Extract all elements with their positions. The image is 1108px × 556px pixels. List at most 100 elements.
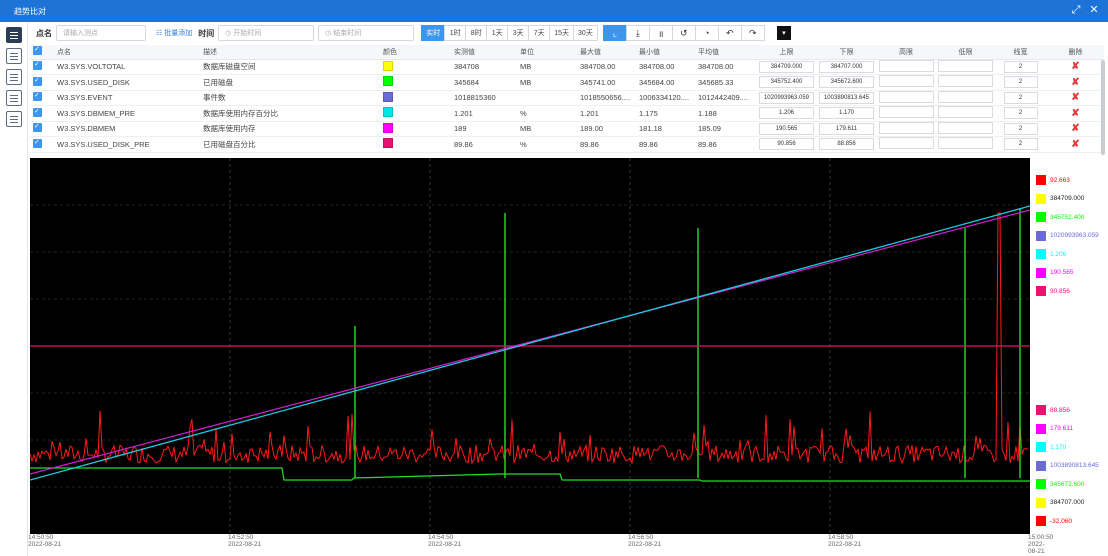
low-input[interactable] [938, 90, 993, 103]
trend-chart[interactable] [29, 158, 1031, 534]
point-desc: 数据库使用内存百分比 [200, 105, 380, 122]
select-all-checkbox[interactable] [33, 45, 42, 56]
line-width-input[interactable]: 2 [1003, 122, 1038, 135]
delete-icon[interactable]: ✘ [1071, 92, 1079, 103]
range-realtime-button[interactable]: 实时 [421, 25, 446, 41]
color-swatch[interactable] [383, 107, 393, 118]
lower-input[interactable]: 1.170 [819, 107, 874, 120]
delete-icon[interactable]: ✘ [1071, 61, 1079, 72]
dropdown-icon[interactable]: ▾ [776, 26, 791, 40]
low-input[interactable] [938, 121, 993, 134]
range-30d-button[interactable]: 30天 [573, 25, 598, 41]
unit [517, 90, 577, 106]
low-input[interactable] [938, 59, 993, 72]
color-swatch[interactable] [383, 60, 393, 71]
high-input[interactable] [878, 75, 934, 88]
history-icon[interactable]: ↺ [671, 25, 696, 41]
color-swatch[interactable] [383, 76, 393, 87]
legend-item: 1.206 [1036, 248, 1066, 260]
legend-value: 384709.000 [1050, 195, 1085, 202]
table-row[interactable]: W3.SYS.USED_DISK_PRE已用磁盘百分比89.86%89.8689… [30, 136, 1104, 153]
line-width-input[interactable]: 2 [1003, 60, 1038, 73]
color-swatch[interactable] [383, 122, 393, 133]
legend-item: 90.856 [1036, 285, 1070, 297]
delete-icon[interactable]: ✘ [1071, 123, 1079, 134]
pause-icon[interactable]: ॥ [648, 25, 673, 41]
table-scrollbar[interactable] [1101, 60, 1105, 155]
upper-input[interactable]: 190.565 [759, 122, 814, 135]
high-input[interactable] [878, 106, 934, 119]
report-icon[interactable] [5, 111, 22, 127]
row-checkbox[interactable] [33, 107, 42, 117]
start-time-input[interactable]: ◷ 开始时间 [218, 25, 315, 41]
upper-input[interactable]: 384709.000 [759, 60, 814, 73]
avg-value: 89.86 [695, 136, 755, 153]
upper-input[interactable]: 1.206 [759, 107, 814, 120]
table-row[interactable]: W3.SYS.DBMEM_PRE数据库使用内存百分比1.201%1.2011.1… [30, 105, 1104, 122]
table-row[interactable]: W3.SYS.EVENT事件数10188153601018550656....1… [30, 90, 1104, 106]
line-width-input[interactable]: 2 [1003, 138, 1038, 151]
range-1d-button[interactable]: 1天 [486, 25, 509, 41]
high-input[interactable] [878, 90, 934, 103]
min-value: 181.18 [636, 121, 695, 137]
lower-input[interactable]: 345672.600 [819, 76, 874, 89]
lower-input[interactable]: 179.611 [819, 122, 874, 135]
legend-swatch [1036, 442, 1046, 452]
lower-input[interactable]: 384707.000 [819, 60, 874, 73]
table-row[interactable]: W3.SYS.DBMEM数据库使用内存 189MB189.00181.18185.… [30, 121, 1104, 137]
color-swatch[interactable] [383, 138, 393, 149]
lower-input[interactable]: 88.856 [819, 138, 874, 151]
upper-input[interactable]: 1020993963.059 [759, 91, 814, 104]
close-icon[interactable]: ✕ [1088, 4, 1100, 16]
legend-item: 345752.400 [1036, 211, 1084, 223]
high-input[interactable] [878, 121, 934, 134]
low-input[interactable] [938, 137, 993, 150]
delete-icon[interactable]: ✘ [1071, 77, 1079, 88]
point-input[interactable]: 请输入测点 [56, 25, 146, 41]
row-checkbox[interactable] [33, 91, 42, 102]
row-checkbox[interactable] [33, 76, 42, 86]
legend-item: 88.856 [1036, 404, 1070, 416]
row-checkbox[interactable] [33, 122, 42, 133]
row-checkbox[interactable] [33, 60, 42, 71]
range-7d-button[interactable]: 7天 [528, 25, 551, 41]
line-chart-icon[interactable]: ⌞ [602, 25, 627, 41]
line-width-input[interactable]: 2 [1003, 76, 1038, 89]
row-checkbox[interactable] [33, 138, 42, 148]
low-input[interactable] [938, 106, 993, 119]
legend-swatch [1036, 479, 1046, 489]
color-swatch[interactable] [383, 91, 393, 102]
upper-input[interactable]: 345752.400 [759, 76, 814, 89]
table-row[interactable]: W3.SYS.USED_DISK已用磁盘345684MB345741.00345… [30, 74, 1104, 91]
line-width-input[interactable]: 2 [1003, 107, 1038, 120]
maximize-icon[interactable]: ⤢ [1070, 4, 1082, 16]
export-icon[interactable] [5, 90, 22, 106]
range-3d-button[interactable]: 3天 [507, 25, 530, 41]
min-value: 384708.00 [636, 59, 695, 75]
high-input[interactable] [878, 137, 934, 150]
range-15d-button[interactable]: 15天 [549, 25, 575, 41]
download-icon[interactable]: ⤓ [625, 25, 650, 41]
delete-icon[interactable]: ✘ [1071, 139, 1079, 150]
end-time-input[interactable]: ◷ 结束时间 [318, 25, 415, 41]
upper-input[interactable]: 90.856 [759, 138, 814, 151]
document-icon[interactable] [5, 48, 22, 64]
undo-icon[interactable]: ↶ [717, 25, 742, 41]
delete-icon[interactable]: ✘ [1071, 108, 1079, 119]
legend-swatch [1036, 175, 1046, 185]
range-8h-button[interactable]: 8时 [465, 25, 488, 41]
redo-icon[interactable]: ↷ [740, 25, 765, 41]
timer-icon[interactable]: ◔ [694, 25, 719, 41]
list-icon[interactable] [5, 27, 22, 43]
line-width-input[interactable]: 2 [1003, 91, 1038, 104]
table-row[interactable]: W3.SYS.VOLTOTAL数据库磁盘空间384708MB384708.003… [30, 59, 1104, 75]
range-1h-button[interactable]: 1时 [444, 25, 467, 41]
lower-input[interactable]: 1003890813.645 [819, 91, 874, 104]
batch-add-link[interactable]: ☷ 批量添加 [156, 28, 192, 38]
high-input[interactable] [878, 59, 934, 72]
save-icon[interactable] [5, 69, 22, 85]
legend-value: 92.663 [1050, 176, 1070, 184]
legend-swatch [1036, 460, 1046, 471]
avg-value: 185.09 [695, 121, 755, 137]
low-input[interactable] [938, 75, 993, 88]
